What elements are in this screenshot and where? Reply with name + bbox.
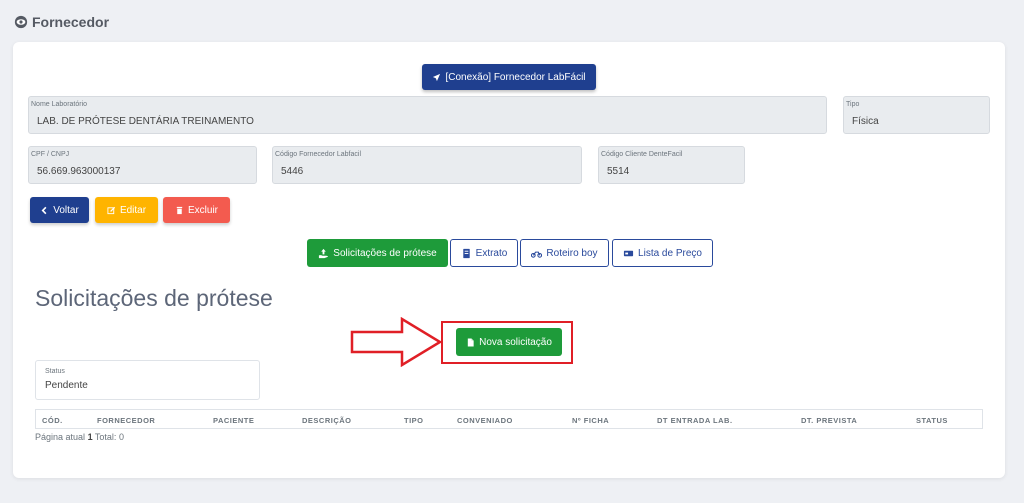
trash-icon <box>176 206 183 214</box>
edit-button-label: Editar <box>119 204 147 216</box>
tab-lista-preco[interactable]: Lista de Preço <box>612 239 713 267</box>
tab-lista-label: Lista de Preço <box>638 247 702 259</box>
pagination-info: Página atual 1 Total: 0 <box>35 432 124 442</box>
column-header[interactable]: STATUS <box>916 416 948 425</box>
status-filter-label: Status <box>45 368 65 375</box>
status-filter[interactable]: Status Pendente <box>35 360 260 400</box>
codigo-cliente-value: 5514 <box>607 166 630 177</box>
tab-extrato-label: Extrato <box>475 247 508 259</box>
nome-laboratorio-value: LAB. DE PRÓTESE DENTÁRIA TREINAMENTO <box>37 116 254 127</box>
nome-laboratorio-field[interactable]: Nome Laboratório LAB. DE PRÓTESE DENTÁRI… <box>28 96 827 134</box>
back-button[interactable]: Voltar <box>30 197 89 223</box>
codigo-cliente-field[interactable]: Código Cliente DenteFacil 5514 <box>598 146 745 184</box>
supplier-card: [Conexão] Fornecedor LabFácil Nome Labor… <box>13 42 1005 478</box>
status-filter-value: Pendente <box>45 380 88 391</box>
cpf-cnpj-field[interactable]: CPF / CNPJ 56.669.963000137 <box>28 146 257 184</box>
delete-button-label: Excluir <box>187 204 218 216</box>
motorcycle-icon <box>531 251 543 258</box>
delete-button[interactable]: Excluir <box>163 197 230 223</box>
column-header[interactable]: Nº FICHA <box>572 416 609 425</box>
tab-roteiro-label: Roteiro boy <box>546 247 598 259</box>
tab-solicitacoes[interactable]: Solicitações de prótese <box>307 239 448 267</box>
nome-laboratorio-label: Nome Laboratório <box>31 101 88 108</box>
column-header[interactable]: DESCRIÇÃO <box>302 416 352 425</box>
column-header[interactable]: TIPO <box>404 416 424 425</box>
total-count: 0 <box>118 432 124 442</box>
column-header[interactable]: DT. PREVISTA <box>801 416 857 425</box>
tab-solicitacoes-label: Solicitações de prótese <box>333 247 437 259</box>
column-header[interactable]: CONVENIADO <box>457 416 513 425</box>
money-bill-icon <box>623 250 634 256</box>
page-header: Fornecedor <box>14 14 109 30</box>
total-label: Total: <box>94 432 117 442</box>
edit-icon <box>107 206 116 214</box>
column-header[interactable]: FORNECEDOR <box>97 416 155 425</box>
tipo-value: Física <box>852 116 879 127</box>
file-icon <box>467 337 474 347</box>
new-request-button[interactable]: Nova solicitação <box>456 328 562 356</box>
codigo-fornecedor-value: 5446 <box>281 166 304 177</box>
eye-icon <box>14 15 28 29</box>
chevron-left-icon <box>41 206 47 214</box>
cpf-cnpj-label: CPF / CNPJ <box>31 151 70 158</box>
tab-roteiro-boy[interactable]: Roteiro boy <box>520 239 609 267</box>
requests-table-header: CÓD. FORNECEDOR PACIENTE DESCRIÇÃO TIPO … <box>35 409 983 429</box>
current-page-number: 1 <box>87 432 93 442</box>
column-header[interactable]: CÓD. <box>42 416 63 425</box>
section-title: Solicitações de prótese <box>35 285 273 311</box>
codigo-fornecedor-label: Código Fornecedor Labfacil <box>275 151 361 158</box>
edit-button[interactable]: Editar <box>95 197 158 223</box>
codigo-fornecedor-field[interactable]: Código Fornecedor Labfacil 5446 <box>272 146 582 184</box>
column-header[interactable]: DT ENTRADA LAB. <box>657 416 733 425</box>
connect-labfacil-button[interactable]: [Conexão] Fornecedor LabFácil <box>422 64 596 90</box>
send-icon <box>433 73 441 81</box>
upload-hand-icon <box>319 248 329 258</box>
tab-extrato[interactable]: Extrato <box>450 239 518 267</box>
page-title: Fornecedor <box>32 14 110 30</box>
tipo-label: Tipo <box>846 101 860 108</box>
red-arrow-annotation <box>350 317 443 367</box>
current-page-label: Página atual <box>35 432 86 442</box>
new-request-label: Nova solicitação <box>479 336 552 348</box>
connect-button-label: [Conexão] Fornecedor LabFácil <box>445 71 586 83</box>
cpf-cnpj-value: 56.669.963000137 <box>37 166 121 177</box>
codigo-cliente-label: Código Cliente DenteFacil <box>601 151 683 158</box>
back-button-label: Voltar <box>53 204 79 216</box>
column-header[interactable]: PACIENTE <box>213 416 254 425</box>
tipo-field[interactable]: Tipo Física <box>843 96 990 134</box>
file-invoice-icon <box>462 248 470 258</box>
